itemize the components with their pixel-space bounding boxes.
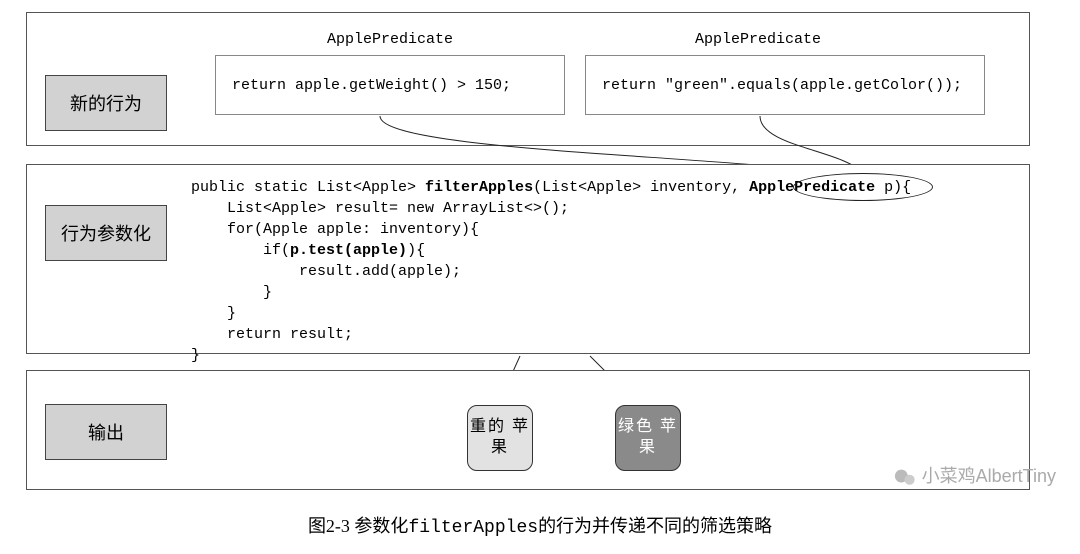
codebox-color-predicate: return "green".equals(apple.getColor()); — [585, 55, 985, 115]
sig-end: p){ — [884, 179, 911, 196]
label-behavior-param: 行为参数化 — [45, 205, 167, 261]
output-green-apples: 绿色 苹果 — [615, 405, 681, 471]
code-line-3: for(Apple apple: inventory){ — [191, 221, 479, 238]
code-line-4b: p.test(apple) — [290, 242, 407, 259]
header-predicate-1: ApplePredicate — [327, 31, 453, 48]
panel-output: 输出 重的 苹果 绿色 苹果 — [26, 370, 1030, 490]
label-output: 输出 — [45, 404, 167, 460]
label-new-behavior: 新的行为 — [45, 75, 167, 131]
code-line-6: } — [191, 284, 272, 301]
figure-caption: 图2-3 参数化filterApples的行为并传递不同的筛选策略 — [0, 512, 1080, 538]
code-line-8: return result; — [191, 326, 353, 343]
panel-new-behavior: 新的行为 ApplePredicate ApplePredicate retur… — [26, 12, 1030, 146]
sig-part2: (List<Apple> inventory, — [533, 179, 749, 196]
code-line-4c: ){ — [407, 242, 425, 259]
caption-method: filterApples — [408, 518, 538, 538]
code-line-2: List<Apple> result= new ArrayList<>(); — [191, 200, 569, 217]
code-line-9: } — [191, 347, 200, 364]
panel-behavior-param: 行为参数化 public static List<Apple> filterAp… — [26, 164, 1030, 354]
caption-suffix: 的行为并传递不同的筛选策略 — [538, 516, 772, 536]
code-line-5: result.add(apple); — [191, 263, 461, 280]
code-line-4a: if( — [191, 242, 290, 259]
output-heavy-apples: 重的 苹果 — [467, 405, 533, 471]
sig-part1: public static List<Apple> — [191, 179, 425, 196]
code-filterApples: public static List<Apple> filterApples(L… — [191, 177, 1009, 366]
sig-type: ApplePredicate — [749, 179, 884, 196]
codebox-weight-predicate: return apple.getWeight() > 150; — [215, 55, 565, 115]
sig-method: filterApples — [425, 179, 533, 196]
code-line-7: } — [191, 305, 236, 322]
caption-prefix: 图2-3 参数化 — [308, 516, 409, 536]
header-predicate-2: ApplePredicate — [695, 31, 821, 48]
